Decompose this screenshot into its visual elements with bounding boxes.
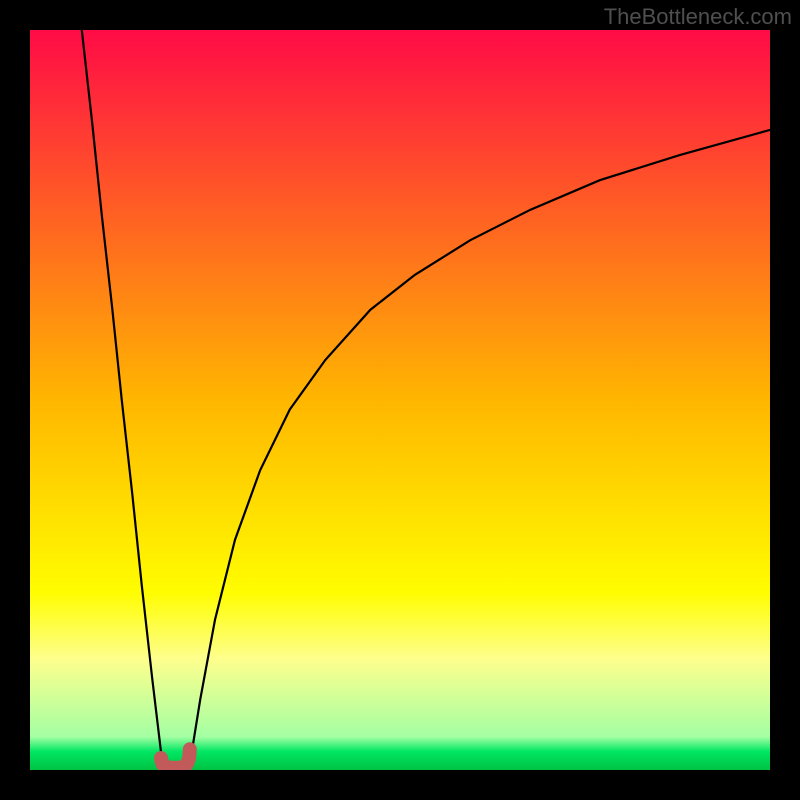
chart-svg — [30, 30, 770, 770]
watermark-text: TheBottleneck.com — [604, 4, 792, 30]
chart-frame: TheBottleneck.com — [0, 0, 800, 800]
bottleneck-marker-dot — [154, 751, 168, 765]
gradient-rect — [30, 30, 770, 770]
plot-area — [30, 30, 770, 770]
